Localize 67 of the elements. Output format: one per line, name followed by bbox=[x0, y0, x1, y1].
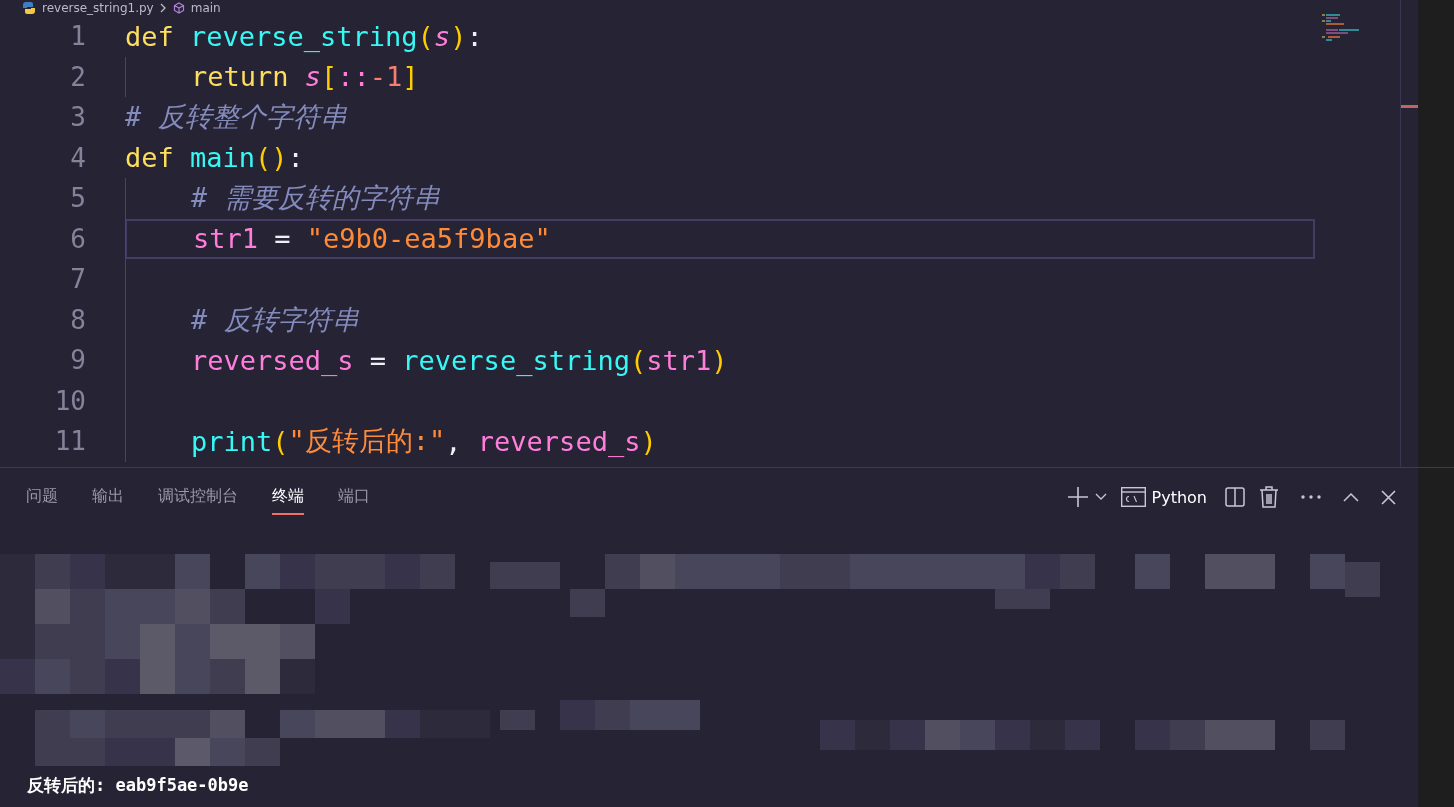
split-icon[interactable] bbox=[1225, 487, 1245, 507]
operator: = bbox=[273, 223, 292, 255]
chevron-up-icon[interactable] bbox=[1343, 492, 1359, 502]
bracket: ] bbox=[402, 61, 419, 93]
operator: , bbox=[445, 425, 463, 457]
variable-name: reversed_s bbox=[477, 425, 641, 457]
variable-name: str1 bbox=[193, 223, 259, 255]
line-number: 5 bbox=[69, 183, 86, 214]
keyword: return bbox=[191, 61, 290, 93]
bracket: ( bbox=[272, 425, 289, 457]
terminal-shell-button[interactable]: Python bbox=[1120, 487, 1207, 507]
add-icon[interactable] bbox=[1066, 486, 1089, 508]
line-number: 1 bbox=[69, 21, 86, 52]
operator: = bbox=[368, 344, 388, 376]
panel-tab[interactable]: 端口 bbox=[338, 479, 370, 515]
operator: : bbox=[287, 142, 304, 174]
function-name: reverse_string bbox=[190, 20, 418, 52]
panel-tab[interactable]: 调试控制台 bbox=[158, 479, 238, 515]
python-file-icon bbox=[22, 2, 36, 14]
parameter: s bbox=[304, 61, 322, 93]
panel-tab[interactable]: 输出 bbox=[92, 479, 124, 515]
trash-icon[interactable] bbox=[1259, 486, 1279, 508]
chevron-right-icon bbox=[159, 3, 167, 13]
close-icon[interactable] bbox=[1381, 489, 1396, 505]
function-name: main bbox=[190, 142, 256, 174]
function-name: reverse_string bbox=[402, 344, 630, 376]
minimap-drawing bbox=[1322, 14, 1362, 44]
parameter: s bbox=[433, 20, 451, 52]
bracket: ) bbox=[711, 344, 728, 376]
operator: : bbox=[466, 20, 483, 52]
bracket: ( bbox=[417, 20, 434, 52]
line-number: 10 bbox=[53, 385, 86, 416]
more-icon[interactable] bbox=[1301, 495, 1321, 499]
bracket: ) bbox=[640, 425, 657, 457]
breadcrumb-item[interactable]: main bbox=[190, 1, 221, 15]
line-number: 4 bbox=[69, 142, 86, 173]
line-number: 11 bbox=[53, 426, 86, 457]
line-number: 3 bbox=[69, 102, 86, 133]
bracket: ( bbox=[629, 344, 647, 376]
panel-tab[interactable]: 终端 bbox=[272, 479, 304, 515]
code-comment: # 需要反转的字符串 bbox=[191, 181, 440, 216]
terminal-output: 反转后的: eab9f5ae-0b9e bbox=[27, 774, 250, 797]
bracket: ) bbox=[450, 20, 467, 52]
line-number: 8 bbox=[69, 304, 86, 335]
line-number: 9 bbox=[69, 345, 86, 376]
breadcrumb-item[interactable]: reverse_string1.py bbox=[42, 1, 154, 15]
keyword: def bbox=[125, 142, 175, 174]
function-name: print bbox=[191, 425, 273, 457]
scrollbar-marker bbox=[1401, 105, 1418, 108]
bracket: () bbox=[255, 142, 288, 174]
variable-name: :: bbox=[337, 61, 370, 93]
string-literal: "e9b0-ea5f9bae" bbox=[306, 223, 551, 255]
terminal-icon bbox=[1120, 487, 1146, 507]
variable-name: str1 bbox=[646, 344, 712, 376]
bracket: [ bbox=[321, 61, 338, 93]
variable-name: reversed_s bbox=[191, 344, 354, 376]
code-comment: # 反转字符串 bbox=[191, 302, 359, 337]
chevron-down-icon[interactable] bbox=[1094, 493, 1107, 501]
cube-icon bbox=[172, 2, 185, 14]
panel-tab[interactable]: 问题 bbox=[26, 479, 58, 515]
string-literal: "反转后的:" bbox=[288, 424, 446, 459]
keyword: def bbox=[125, 20, 175, 52]
line-number: 7 bbox=[69, 264, 86, 295]
number-literal: -1 bbox=[369, 61, 403, 93]
code-comment: # 反转整个字符串 bbox=[125, 100, 347, 135]
line-number: 6 bbox=[69, 223, 86, 254]
line-number: 2 bbox=[69, 61, 86, 92]
